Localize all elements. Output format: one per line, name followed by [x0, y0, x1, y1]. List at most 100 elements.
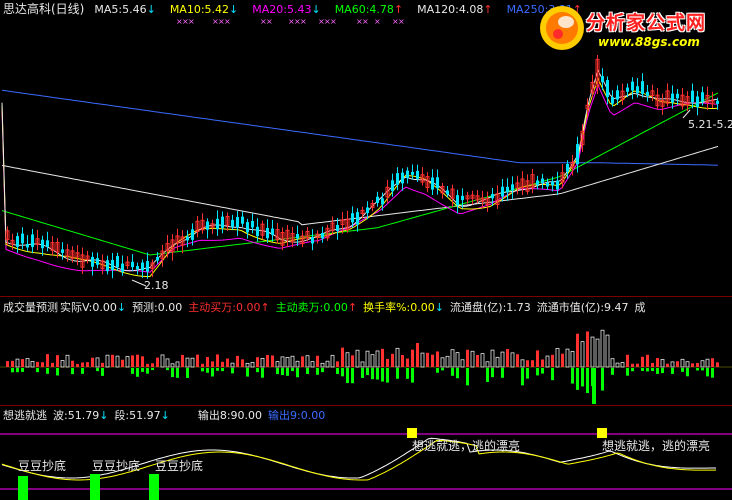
volume-bar-down [166, 368, 169, 371]
arrow-up-icon: ↑ [393, 3, 404, 16]
volume-panel[interactable]: 成交量预测 实际V:0.00↓ 预测:0.00 主动买万:0.00↑ 主动卖万:0.00… [0, 297, 732, 405]
candle-body [221, 216, 224, 228]
volume-bar-up [56, 355, 59, 367]
ma-legend: MA5:5.46↓ MA10:5.42↓ MA20:5.43↓ MA60:4.78↑ M… [94, 3, 596, 16]
volume-bar-up [86, 362, 89, 367]
candle-body [456, 195, 459, 206]
volume-bar-up [21, 359, 24, 367]
volume-bar-up [36, 361, 39, 367]
low-price-label: 2.18 [144, 279, 169, 292]
volume-bar-up [351, 355, 354, 367]
volume-bar-down [701, 368, 704, 371]
volume-bar-down [626, 368, 629, 376]
candle-body [626, 87, 629, 92]
volume-bar-up [260, 357, 265, 368]
volume-bar-up [221, 361, 224, 367]
signal-marker-icon: × [188, 17, 195, 26]
high-price-label: 5.21-5.2 [688, 118, 732, 131]
candle-body [546, 182, 549, 187]
volume-bar-down [151, 368, 154, 371]
signal-marker-icon: × [362, 17, 369, 26]
volume-bar-up [466, 349, 469, 367]
candle-body [671, 93, 674, 103]
wave-arrow: ↓ [99, 409, 109, 422]
volume-bar-up [636, 363, 639, 367]
volume-bar-up [190, 357, 195, 368]
volume-bar-up [420, 352, 425, 368]
volume-bar-down [176, 368, 179, 378]
volume-bar-up [565, 348, 570, 368]
volume-bar-up [470, 350, 475, 368]
volume-bar-up [711, 358, 714, 367]
volume-bar-up [431, 354, 434, 367]
volume-bar-up [125, 356, 130, 368]
volume-bar-up [151, 363, 154, 367]
candle-body [251, 221, 254, 228]
volume-bar-down [71, 368, 74, 375]
buy-signal-icon [149, 474, 159, 500]
volume-bar-down [291, 368, 294, 372]
volume-bar-up [455, 352, 460, 368]
volume-bar-down [711, 368, 714, 378]
volume-bar-up [141, 356, 144, 367]
price-chart-panel[interactable]: × × × × × × × × × × × × × × × × × × × 思达高科(日线) MA5:5.46↓ MA1… [0, 0, 732, 296]
volume-bar-up [436, 351, 439, 367]
turnover-label: 换手率%:0.00 [363, 301, 435, 314]
volume-bar-up [25, 358, 30, 368]
signal-marker-icon: × [398, 17, 405, 26]
volume-bar-up [460, 359, 465, 368]
volume-bar-up [676, 361, 679, 367]
volume-bar-up [341, 347, 344, 367]
escape-signal-label: 想逃就逃，逃的漂亮 [412, 439, 521, 453]
candle-body [336, 224, 339, 232]
volume-bar-up [206, 357, 209, 367]
volume-bar-up [666, 363, 669, 367]
output8-label: 输出8:90.00 [197, 409, 263, 422]
candle-body [131, 261, 134, 268]
volume-bar-up [516, 354, 519, 367]
candle-body [491, 194, 494, 199]
buy-signal-icon [90, 474, 100, 500]
volume-bar-down [611, 368, 614, 375]
volume-bar-down [306, 368, 309, 375]
volume-bar-down [211, 368, 214, 377]
volume-bar-up [290, 355, 295, 368]
candle-body [266, 227, 269, 239]
volume-bar-up [245, 362, 250, 368]
candle-body [241, 216, 244, 224]
ma60-line [1, 92, 719, 256]
volume-bar-up [391, 353, 394, 367]
volume-bar-up [495, 356, 500, 368]
segment-arrow: ↓ [160, 409, 170, 422]
candle-body [446, 190, 449, 195]
actual-volume-label: 实际V [60, 301, 89, 314]
volume-bar-up [480, 353, 485, 368]
volume-bar-up [236, 355, 239, 367]
volume-bar-down [706, 368, 709, 377]
volume-bar-up [185, 357, 190, 368]
volume-bar-up [615, 362, 620, 368]
candle-body [106, 260, 109, 272]
signal-marker-icon: × [374, 17, 381, 26]
volume-bar-down [491, 368, 494, 378]
volume-bar-up [271, 355, 274, 367]
ma-legend-item: MA5:5.46 [94, 3, 147, 16]
indicator-panel[interactable]: 想逃就逃 波:51.79↓ 段:51.97↓ 输出8:90.00 输出9:0.00 想逃… [0, 406, 732, 500]
candle-body [216, 218, 219, 230]
volume-bar-up [146, 363, 149, 367]
volume-bar-up [226, 358, 229, 367]
ma120-line [1, 145, 719, 226]
candle-body [16, 236, 19, 247]
volume-bar-down [221, 368, 224, 372]
volume-bar-down [286, 368, 289, 376]
candle-body [391, 180, 394, 192]
candle-body [511, 184, 514, 191]
candle-body [136, 266, 139, 270]
volume-bar-up [476, 355, 479, 367]
logo-icon [540, 6, 584, 50]
volume-bar-down [366, 368, 369, 376]
arrow-down-icon: ↓ [146, 3, 156, 16]
volume-bar-up [325, 360, 330, 368]
volume-bar-down [551, 368, 554, 381]
volume-bar-down [411, 368, 414, 383]
